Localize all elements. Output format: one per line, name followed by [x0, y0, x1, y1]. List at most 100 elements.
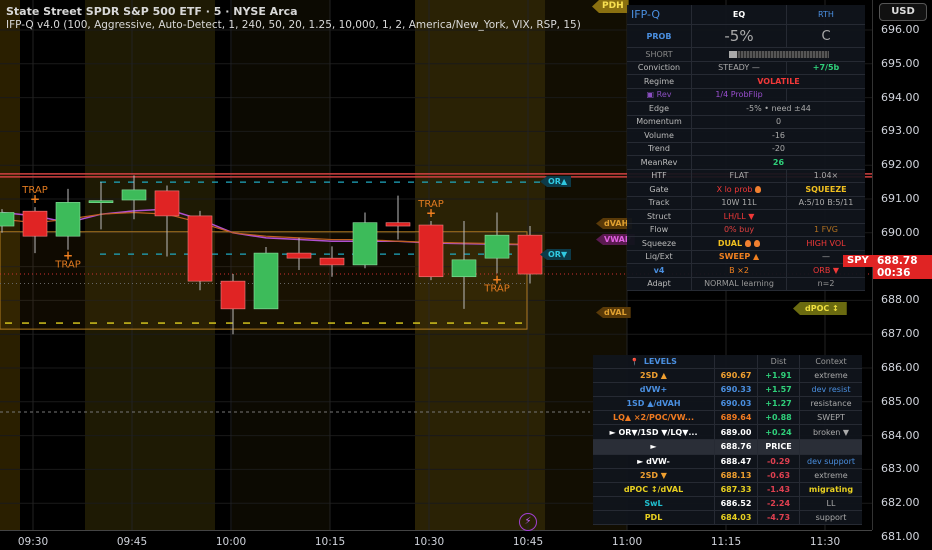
dashboard-cell-text: —	[822, 252, 830, 262]
level-value: 689.64	[720, 413, 752, 423]
level-context-cell: support	[800, 511, 862, 524]
trap-label: TRAP	[54, 260, 81, 271]
level-name-cell: dVW+	[593, 383, 715, 397]
level-value: 688.76	[720, 442, 752, 452]
level-row[interactable]: dPOC ↕/dVAL 687.33 -1.43 migrating	[593, 482, 862, 497]
dashboard-cell-text: -20	[771, 144, 786, 154]
dashboard-cell-text: Flow	[649, 225, 669, 235]
level-distance: -0.29	[766, 456, 791, 466]
level-name-cell: 2SD ▲	[593, 369, 715, 383]
dashboard-cell-text: Conviction	[637, 63, 681, 73]
dashboard-cell: Edge	[627, 102, 692, 115]
level-context: SWEPT	[817, 413, 845, 423]
time-axis-label: 10:15	[314, 536, 346, 548]
dashboard-cell: 0% buy	[692, 223, 787, 236]
dashboard-cell: A:5/10 B:5/11	[787, 197, 865, 210]
dashboard-row: Gate X lo prob SQUEEZE	[627, 183, 865, 197]
level-distance: -0.63	[766, 470, 791, 480]
dashboard-cell-text: B ×2	[729, 265, 749, 275]
level-context: support	[815, 512, 847, 522]
dashboard-cell-text: SWEEP ▲	[718, 252, 760, 262]
price-axis-label: 693.00	[881, 124, 920, 138]
dashboard-cell-text: VOLATILE	[757, 76, 800, 86]
dashboard-cell: 26	[692, 156, 865, 169]
level-row[interactable]: 2SD ▼ 688.13 -0.63 extreme	[593, 468, 862, 483]
dashboard-cell: STEADY —	[692, 61, 787, 74]
candle-down	[418, 224, 444, 278]
flame-icon	[755, 185, 762, 193]
level-row[interactable]: ► 688.76 PRICE	[593, 439, 862, 455]
level-value: 689.00	[720, 427, 752, 437]
level-context-cell: extreme	[800, 369, 862, 382]
dashboard-cell: NORMAL learning	[692, 277, 787, 290]
dashboard-cell-text: SQUEEZE	[805, 184, 847, 194]
candle-up	[484, 234, 510, 259]
level-context-cell	[800, 440, 862, 454]
level-value: 688.13	[720, 470, 752, 480]
level-row[interactable]: ► OR▼/1SD ▼/LQ▼... 689.00 +0.24 broken ▼	[593, 425, 862, 440]
candle-down	[286, 252, 312, 259]
level-value-cell: 687.33	[715, 482, 758, 496]
time-axis-label: 09:45	[116, 536, 148, 548]
dashboard-cell-text: -5%	[724, 27, 754, 45]
dashboard-cell-text: ORB ▼	[812, 265, 840, 275]
dashboard-row: Flow 0% buy 1 FVG	[627, 223, 865, 237]
dashboard-cell-text: X lo prob	[716, 184, 753, 194]
dashboard-cell: SQUEEZE	[787, 183, 865, 196]
level-row[interactable]: SwL 686.52 -2.24 LL	[593, 496, 862, 511]
candle-down	[187, 215, 213, 282]
bar-countdown: 00:36	[877, 267, 911, 279]
level-context: extreme	[814, 371, 848, 381]
level-row[interactable]: ► dVW- 688.47 -0.29 dev support	[593, 454, 862, 469]
level-distance-cell: -2.24	[758, 496, 800, 510]
level-row[interactable]: 1SD ▲/dVAH 690.03 +1.27 resistance	[593, 397, 862, 412]
currency-button[interactable]: USD	[879, 3, 927, 21]
dashboard-cell-text: C	[821, 28, 831, 44]
price-axis-label: 695.00	[881, 56, 920, 70]
level-name: ► OR▼/1SD ▼/LQ▼...	[609, 427, 698, 437]
level-distance-cell: -1.43	[758, 482, 800, 496]
level-name-cell: SwL	[593, 496, 715, 510]
level-name-cell: 2SD ▼	[593, 468, 715, 482]
price-axis-label: 685.00	[881, 394, 920, 408]
dashboard-cell-text: Track	[648, 198, 670, 208]
lightning-icon[interactable]: ⚡	[519, 513, 537, 531]
level-name: LQ▲ ×2/POC/VW...	[613, 413, 694, 423]
dashboard-cell: VOLATILE	[692, 75, 865, 88]
dashboard-row: Edge -5% • need ±44	[627, 102, 865, 116]
level-row[interactable]: LQ▲ ×2/POC/VW... 689.64 +0.88 SWEPT	[593, 411, 862, 426]
time-axis-label: 09:30	[17, 536, 49, 548]
dashboard-cell-text: IFP-Q	[631, 8, 660, 21]
dpoc-tag: dPOC ↕	[793, 302, 847, 315]
candle-down	[220, 280, 246, 310]
level-row[interactable]: 2SD ▲ 690.67 +1.91 extreme	[593, 369, 862, 384]
candle-up	[451, 259, 477, 278]
level-name: 1SD ▲/dVAH	[626, 399, 681, 409]
level-value-cell: 690.33	[715, 383, 758, 397]
dashboard-row: v4 B ×2 ORB ▼	[627, 264, 865, 278]
candle-up	[0, 212, 15, 227]
dashboard-cell: X lo prob	[692, 183, 787, 196]
level-name: dVW+	[639, 385, 668, 395]
dashboard-cell: PROB	[627, 25, 692, 47]
dashboard-cell: 0	[692, 116, 865, 129]
dashboard-cell-text: 1/4 ProbFlip	[715, 90, 763, 100]
dist-header-cell: Dist	[758, 355, 800, 369]
level-row[interactable]: PDL 684.03 -4.73 support	[593, 510, 862, 526]
dashboard-cell-text: EQ	[732, 10, 746, 19]
dashboard-cell-text: Struct	[646, 211, 672, 221]
dashboard-cell-text: 0% buy	[723, 225, 755, 235]
dashboard-cell-text: Volume	[644, 130, 674, 140]
level-name: 2SD ▲	[640, 371, 667, 381]
level-distance-cell: +1.91	[758, 369, 800, 383]
price-axis-label: 690.00	[881, 225, 920, 239]
level-distance-cell: PRICE	[758, 439, 800, 454]
indicator-legend[interactable]: IFP-Q v4.0 (100, Aggressive, Auto-Detect…	[6, 19, 581, 31]
dashboard-cell-text: v4	[653, 265, 665, 275]
dashboard-cell-text: Regime	[643, 76, 675, 86]
level-value-cell: 686.52	[715, 496, 758, 510]
time-axis[interactable]: 09:30 09:45 10:00 10:15 10:30 10:45 11:00 11:15…	[0, 530, 872, 550]
level-row[interactable]: dVW+ 690.33 +1.57 dev resist	[593, 383, 862, 398]
pin-icon: 📍	[630, 357, 639, 366]
dashboard-cell-text: RTH	[818, 10, 834, 19]
